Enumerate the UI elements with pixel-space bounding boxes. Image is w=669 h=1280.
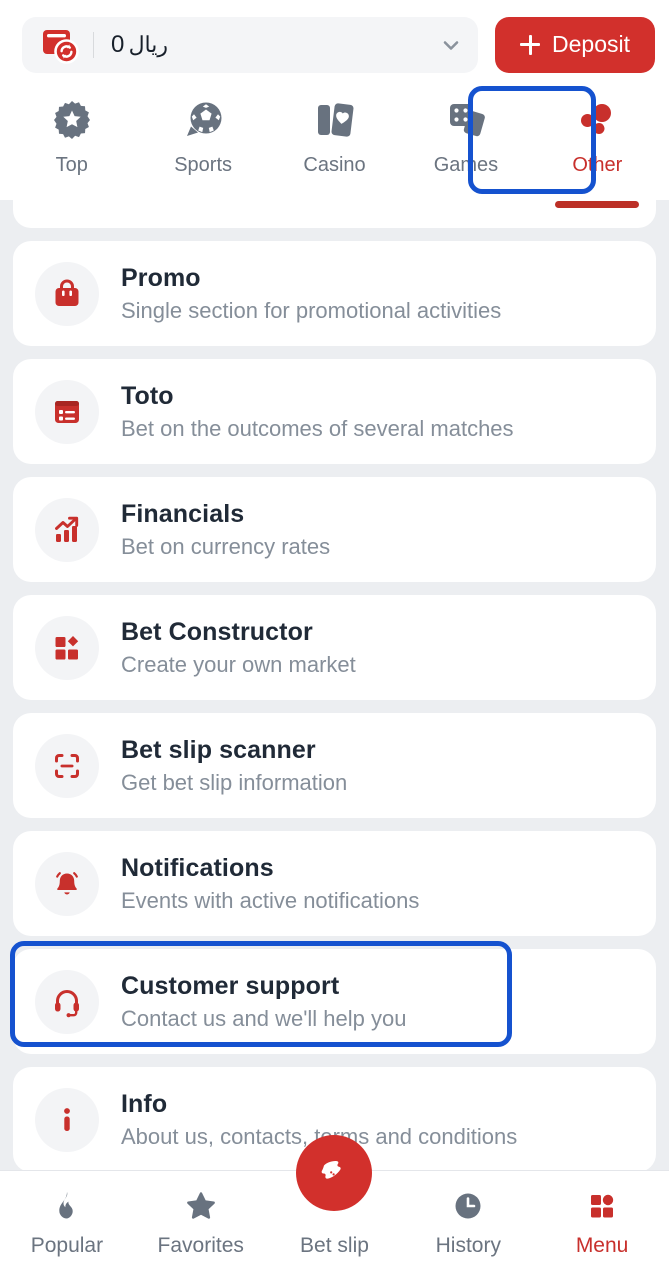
nav-item-favorites[interactable]: Favorites — [134, 1187, 268, 1258]
menu-item-bet-constructor[interactable]: Bet Constructor Create your own market — [13, 595, 656, 700]
bell-icon — [35, 851, 99, 916]
menu-item-toto[interactable]: Toto Bet on the outcomes of several matc… — [13, 359, 656, 464]
app-screen: 0 ريال Deposit Top Sports Casino Games O… — [0, 0, 669, 1280]
menu-item-title: Customer support — [121, 971, 340, 1000]
tab-label-sports: Sports — [174, 154, 233, 176]
soccer-ball-icon — [181, 97, 225, 143]
menu-item-text: Bet Constructor Create your own market — [121, 618, 356, 678]
nav-item-bet-slip[interactable]: Bet slip — [268, 1135, 402, 1258]
menu-item-subtitle: Get bet slip information — [121, 769, 348, 795]
tab-label-casino: Casino — [303, 154, 366, 176]
clock-icon — [451, 1187, 485, 1225]
balance-amount: 0 — [111, 30, 125, 58]
balance-divider — [93, 31, 94, 58]
menu-item-bet-slip-scanner[interactable]: Bet slip scanner Get bet slip informatio… — [13, 713, 656, 818]
nav-label-favorites: Favorites — [157, 1234, 244, 1257]
deposit-button[interactable]: Deposit — [495, 16, 655, 73]
header-balance-row: 0 ريال Deposit — [0, 0, 669, 78]
tab-label-top: Top — [55, 154, 88, 176]
blocks-diamond-icon — [35, 615, 99, 680]
menu-item-subtitle: Create your own market — [121, 651, 356, 677]
dice-cards-icon — [444, 97, 488, 143]
list-card-icon — [35, 379, 99, 444]
star-burst-icon — [50, 97, 94, 143]
menu-item-text: Toto Bet on the outcomes of several matc… — [121, 382, 514, 442]
plus-icon — [520, 34, 540, 55]
grid-squares-icon — [585, 1187, 619, 1225]
wallet-refresh-icon — [40, 25, 80, 65]
menu-item-financials[interactable]: Financials Bet on currency rates — [13, 477, 656, 582]
info-icon — [35, 1087, 99, 1152]
tab-label-games: Games — [433, 154, 499, 176]
tab-sports[interactable]: Sports — [137, 78, 268, 196]
nav-label-history: History — [435, 1234, 501, 1257]
bottom-navigation-bar: Popular Favorites Bet slip History Menu — [0, 1135, 669, 1280]
balance-currency: ريال — [128, 31, 168, 57]
tab-label-other: Other — [572, 154, 623, 176]
active-tab-indicator — [555, 201, 640, 208]
nav-label-bet-slip: Bet slip — [300, 1234, 369, 1257]
playing-cards-icon — [313, 97, 357, 143]
menu-item-subtitle: Bet on currency rates — [121, 533, 331, 559]
menu-item-text: Bet slip scanner Get bet slip informatio… — [121, 736, 347, 796]
nav-label-menu: Menu — [575, 1234, 629, 1257]
nav-label-popular: Popular — [30, 1234, 104, 1257]
deposit-label: Deposit — [552, 31, 630, 57]
star-icon — [184, 1187, 218, 1225]
menu-item-title: Notifications — [121, 853, 274, 882]
three-dots-icon — [575, 97, 619, 143]
menu-item-subtitle: Bet on the outcomes of several matches — [121, 415, 514, 441]
menu-item-title: Bet slip scanner — [121, 735, 316, 764]
flame-icon — [50, 1187, 84, 1225]
menu-item-title: Info — [121, 1089, 168, 1118]
menu-item-promo[interactable]: Promo Single section for promotional act… — [13, 241, 656, 346]
scan-frame-icon — [35, 733, 99, 798]
nav-item-history[interactable]: History — [401, 1187, 535, 1258]
category-tab-bar: Top Sports Casino Games Other — [0, 78, 669, 208]
menu-item-notifications[interactable]: Notifications Events with active notific… — [13, 831, 656, 936]
menu-item-text: Financials Bet on currency rates — [121, 500, 330, 560]
app-header: 0 ريال Deposit Top Sports Casino Games O… — [0, 0, 669, 208]
chart-trend-icon — [35, 497, 99, 562]
menu-item-subtitle: Events with active notifications — [121, 887, 420, 913]
menu-item-title: Bet Constructor — [121, 617, 313, 646]
ticket-icon — [314, 1151, 354, 1196]
tab-games[interactable]: Games — [400, 78, 531, 196]
menu-list[interactable]: Promo Single section for promotional act… — [0, 200, 669, 1170]
tab-casino[interactable]: Casino — [269, 78, 400, 196]
menu-item-title: Promo — [121, 263, 201, 292]
nav-item-popular[interactable]: Popular — [0, 1187, 134, 1258]
menu-item-subtitle: Single section for promotional activitie… — [121, 297, 502, 323]
menu-item-customer-support[interactable]: Customer support Contact us and we'll he… — [13, 949, 656, 1054]
menu-item-title: Financials — [121, 499, 245, 528]
bet-slip-fab-button[interactable] — [296, 1135, 373, 1211]
tab-top[interactable]: Top — [6, 78, 137, 196]
headset-icon — [35, 969, 99, 1034]
balance-selector[interactable]: 0 ريال — [22, 16, 478, 73]
tab-other[interactable]: Other — [532, 78, 663, 208]
menu-item-subtitle: Contact us and we'll help you — [121, 1005, 407, 1031]
shopping-bag-icon — [35, 261, 99, 326]
menu-item-text: Customer support Contact us and we'll he… — [121, 972, 406, 1032]
nav-item-menu[interactable]: Menu — [535, 1187, 669, 1258]
menu-item-text: Notifications Events with active notific… — [121, 854, 419, 914]
menu-item-title: Toto — [121, 381, 174, 410]
menu-item-text: Promo Single section for promotional act… — [121, 264, 501, 324]
chevron-down-icon[interactable] — [440, 34, 462, 56]
